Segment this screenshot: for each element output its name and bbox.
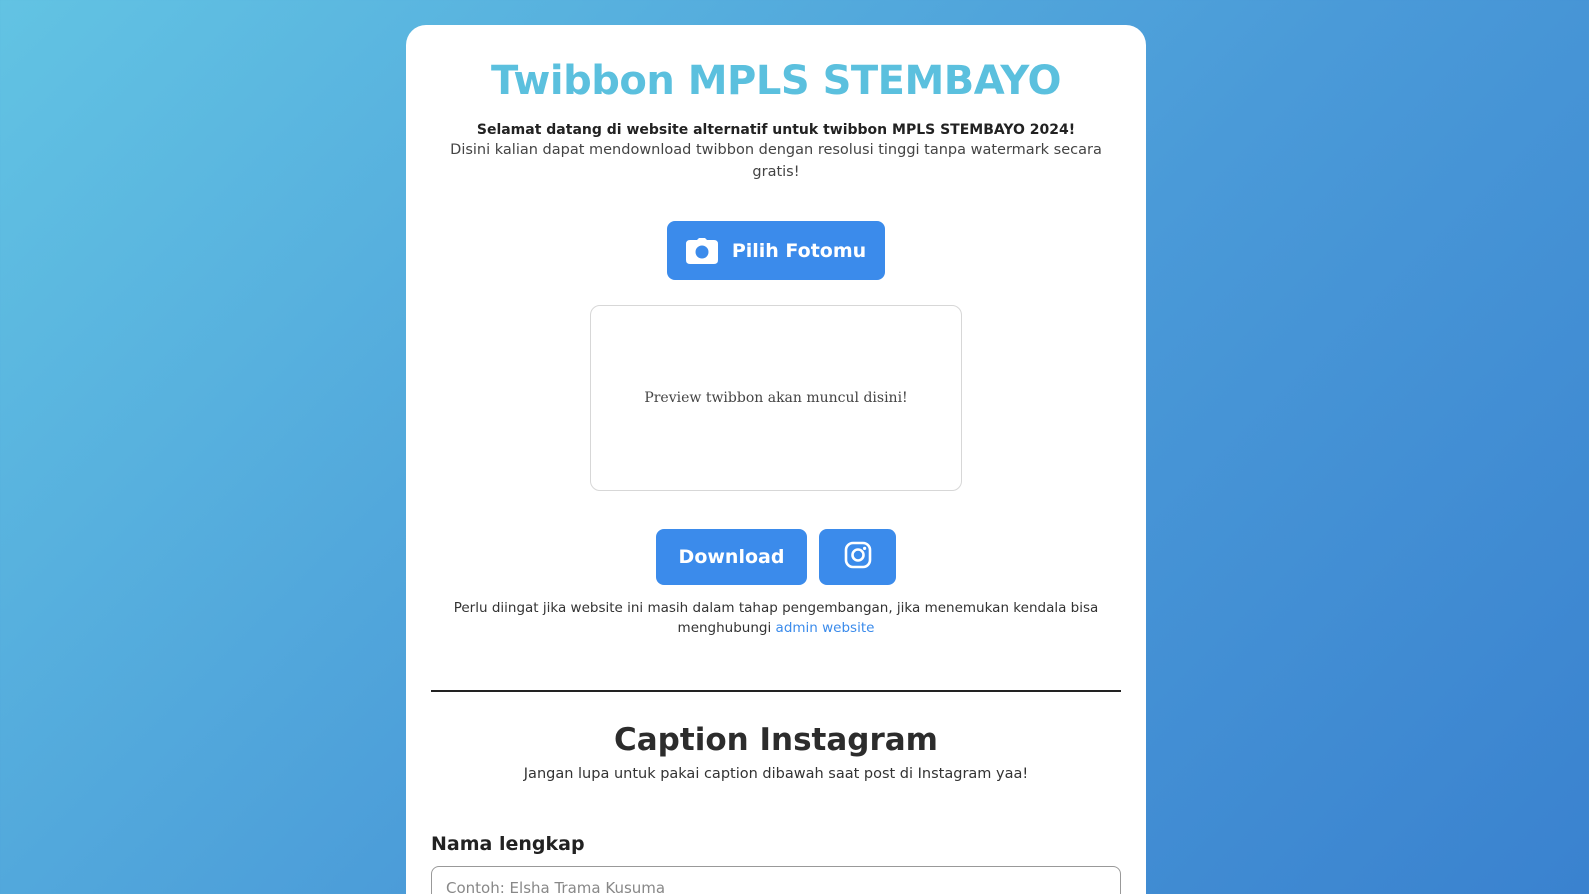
- twibbon-preview: Preview twibbon akan muncul disini!: [590, 305, 962, 491]
- caption-subtitle: Jangan lupa untuk pakai caption dibawah …: [523, 766, 1029, 782]
- choose-photo-row: Pilih Fotomu: [431, 221, 1121, 280]
- instagram-button[interactable]: [819, 529, 896, 585]
- camera-icon: [685, 237, 718, 264]
- download-label: Download: [678, 546, 785, 568]
- description-text: Disini kalian dapat mendownload twibbon …: [450, 142, 1102, 180]
- caption-title: Caption Instagram: [614, 722, 938, 758]
- preview-placeholder: Preview twibbon akan muncul disini!: [644, 390, 908, 406]
- admin-website-link[interactable]: admin website: [776, 620, 875, 636]
- download-button[interactable]: Download: [656, 529, 807, 585]
- instagram-icon: [844, 541, 872, 573]
- download-row: Download: [431, 529, 1121, 585]
- welcome-text: Selamat datang di website alternatif unt…: [476, 122, 1076, 138]
- development-note: Perlu diingat jika website ini masih dal…: [431, 598, 1121, 638]
- full-name-label: Nama lengkap: [431, 833, 585, 855]
- section-divider: [431, 690, 1121, 692]
- full-name-input[interactable]: [431, 866, 1121, 894]
- choose-photo-label: Pilih Fotomu: [731, 239, 867, 262]
- choose-photo-button[interactable]: Pilih Fotomu: [667, 221, 885, 280]
- page-title: Twibbon MPLS STEMBAYO: [491, 58, 1061, 104]
- twibbon-card: Twibbon MPLS STEMBAYO Selamat datang di …: [406, 25, 1146, 894]
